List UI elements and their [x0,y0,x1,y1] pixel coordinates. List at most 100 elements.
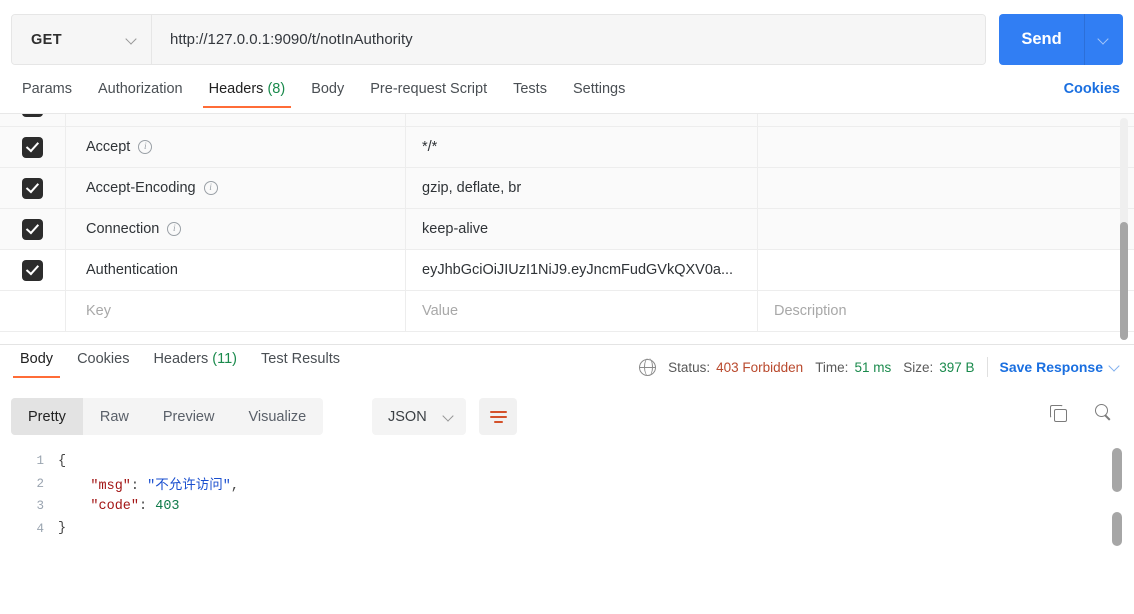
row-key-cell[interactable]: Accept-Encoding i [66,168,406,208]
info-icon[interactable]: i [167,222,182,236]
row-value-cell[interactable]: eyJhbGciOiJIUzI1NiJ9.eyJncmFudGVkQXV0a..… [406,250,758,290]
body-scrollbar-thumb-inner[interactable] [1112,512,1122,546]
view-mode-visualize[interactable]: Visualize [231,398,323,435]
tab-authorization[interactable]: Authorization [89,78,192,108]
row-checkbox-cell [0,127,66,167]
tab-label: Cookies [77,351,130,367]
row-checkbox[interactable] [22,301,43,322]
table-row: Connection i keep-alive [0,209,1134,250]
save-response-button[interactable]: Save Response [1000,359,1121,375]
info-icon[interactable]: i [138,140,153,154]
view-mode-preview[interactable]: Preview [146,398,232,435]
code-line-content: "msg": "不允许访问", [90,479,239,495]
body-scrollbar-thumb-outer[interactable] [1112,448,1122,492]
send-group: Send [999,14,1123,65]
tab-params[interactable]: Params [13,78,81,108]
row-description-cell[interactable] [758,114,1134,126]
row-value-cell[interactable]: */* [406,127,758,167]
tab-label: Body [311,81,345,97]
row-checkbox-cell [0,209,66,249]
http-method-label: GET [31,31,63,48]
header-value: eyJhbGciOiJIUzI1NiJ9.eyJncmFudGVkQXV0a..… [422,262,734,278]
format-select[interactable]: JSON [372,398,466,435]
view-mode-segmented: Pretty Raw Preview Visualize [11,398,324,435]
new-description-input[interactable]: Description [758,291,1134,331]
meta-divider [986,357,988,377]
size-value: 397 B [939,359,975,375]
row-key-cell[interactable]: Connection i [66,209,406,249]
row-checkbox[interactable] [22,136,43,158]
new-value-input[interactable]: Value [406,291,758,331]
table-row: Accept i */* [0,127,1134,168]
headers-scrollbar-thumb[interactable] [1120,222,1128,340]
tab-body[interactable]: Body [302,78,353,108]
request-bar: GET http://127.0.0.1:9090/t/notInAuthori… [0,0,1134,78]
row-value-cell[interactable]: keep-alive [406,209,758,249]
tab-label: Headers [153,351,209,367]
http-method-select[interactable]: GET [12,15,152,64]
row-checkbox[interactable] [22,114,43,117]
row-description-cell[interactable] [758,168,1134,208]
tab-label: Headers [208,81,264,97]
header-key: Accept-Encoding [86,180,196,196]
row-description-cell[interactable] [758,127,1134,167]
response-tab-headers-count: (11) [212,351,238,367]
view-mode-raw[interactable]: Raw [83,398,146,435]
response-tab-cookies[interactable]: Cookies [68,351,138,378]
row-description-cell[interactable] [758,209,1134,249]
tab-tests[interactable]: Tests [504,78,556,108]
json-value-code: 403 [155,498,180,514]
new-key-input[interactable]: Key [66,291,406,331]
status-label: Status: [668,359,711,375]
chevron-down-icon [1099,35,1109,45]
view-mode-pretty[interactable]: Pretty [11,398,83,435]
tab-settings[interactable]: Settings [564,78,634,108]
header-key: Authentication [86,262,178,278]
wrap-text-icon[interactable] [479,398,517,435]
row-key-cell[interactable]: User-Agent i [66,114,406,126]
response-body-code[interactable]: 1 { 2 "msg": "不允许访问", 3 "code": 403 4 } [0,442,1134,614]
tab-label: Body [20,351,54,367]
code-line: 2 "msg": "不允许访问", [0,473,1134,496]
time-label: Time: [815,359,849,375]
cookies-link[interactable]: Cookies [1064,81,1120,97]
copy-icon[interactable] [1050,405,1067,422]
send-options-button[interactable] [1085,14,1123,65]
search-icon[interactable] [1095,404,1112,421]
tab-pre-request-script[interactable]: Pre-request Script [361,78,496,108]
headers-table: User-Agent i PostmanRuntime/7.28.4 Accep… [0,114,1134,343]
response-tabs: Body Cookies Headers (11) Test Results [11,351,355,378]
line-number: 4 [36,521,44,536]
format-label: JSON [388,408,427,425]
row-checkbox-cell [0,168,66,208]
row-checkbox[interactable] [22,259,43,281]
info-icon[interactable]: i [203,181,218,195]
tab-headers[interactable]: Headers (8) [200,78,295,108]
row-checkbox[interactable] [22,218,43,240]
row-checkbox[interactable] [22,177,43,199]
save-response-label: Save Response [999,359,1104,375]
json-key-msg: "msg" [90,479,131,495]
code-line: 3 "code": 403 [0,495,1134,518]
row-value-cell[interactable]: PostmanRuntime/7.28.4 [406,114,758,126]
response-tab-body[interactable]: Body [11,351,62,378]
response-tab-test-results[interactable]: Test Results [252,351,349,378]
response-tab-headers[interactable]: Headers (11) [144,351,246,378]
table-row: User-Agent i PostmanRuntime/7.28.4 [0,114,1134,127]
response-meta: Status: 403 Forbidden Time: 51 ms Size: … [638,357,1121,377]
row-checkbox-cell [0,291,66,331]
line-number: 2 [36,476,44,491]
code-line-content: } [58,521,67,537]
url-input[interactable]: http://127.0.0.1:9090/t/notInAuthority [152,15,985,64]
time-value: 51 ms [854,359,892,375]
tab-label: Pre-request Script [370,81,488,97]
row-key-cell[interactable]: Authentication [66,250,406,290]
tab-label: Authorization [97,81,183,97]
row-key-cell[interactable]: Accept i [66,127,406,167]
send-button[interactable]: Send [999,14,1085,65]
row-value-cell[interactable]: gzip, deflate, br [406,168,758,208]
json-value-msg: "不允许访问" [147,479,231,495]
tab-label: Params [22,81,72,97]
row-description-cell[interactable] [758,250,1134,290]
status-badge[interactable]: 403 Forbidden [716,360,803,375]
